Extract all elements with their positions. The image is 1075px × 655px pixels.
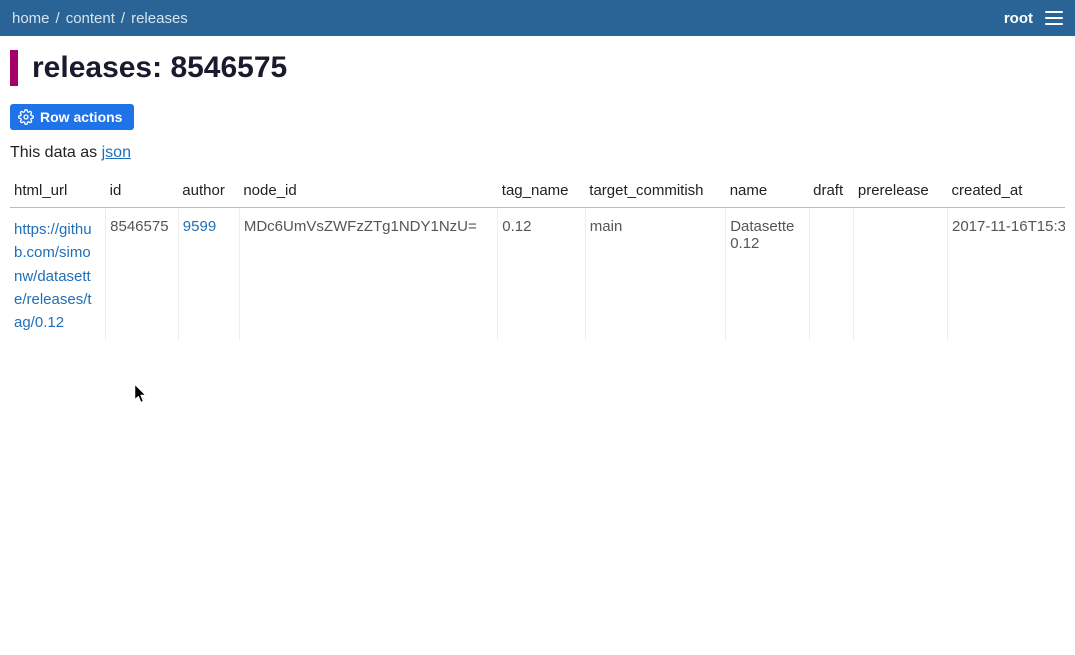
cell-author-link[interactable]: 9599: [183, 218, 216, 235]
data-as-prefix: This data as: [10, 144, 102, 161]
table-row: https://github.com/simonw/datasette/rele…: [10, 208, 1065, 341]
page-content: releases: 8546575 Row actions This data …: [0, 36, 1075, 354]
menu-icon[interactable]: [1045, 11, 1063, 25]
breadcrumb-releases[interactable]: releases: [131, 10, 188, 27]
col-header-html-url[interactable]: html_url: [10, 176, 106, 208]
col-header-prerelease[interactable]: prerelease: [854, 176, 948, 208]
row-actions-label: Row actions: [40, 109, 122, 125]
row-actions-button[interactable]: Row actions: [10, 104, 134, 130]
cell-id: 8546575: [106, 208, 179, 341]
cell-name: Datasette 0.12: [726, 208, 809, 341]
page-title: releases: 8546575: [10, 50, 1065, 86]
data-table: html_url id author node_id tag_name targ…: [10, 176, 1065, 340]
col-header-node-id[interactable]: node_id: [239, 176, 497, 208]
col-header-target-commitish[interactable]: target_commitish: [585, 176, 725, 208]
table-header-row: html_url id author node_id tag_name targ…: [10, 176, 1065, 208]
data-as-line: This data as json: [10, 144, 1065, 162]
col-header-name[interactable]: name: [726, 176, 809, 208]
gear-icon: [18, 109, 34, 125]
cell-draft: [809, 208, 854, 341]
breadcrumb: home / content / releases: [12, 10, 188, 27]
cell-prerelease: [854, 208, 948, 341]
topbar-right: root: [1004, 10, 1063, 27]
col-header-created-at[interactable]: created_at: [947, 176, 1065, 208]
cell-tag-name: 0.12: [498, 208, 586, 341]
cursor-icon: [135, 385, 147, 403]
cell-node-id: MDc6UmVsZWFzZTg1NDY1NzU=: [239, 208, 497, 341]
breadcrumb-content[interactable]: content: [66, 10, 115, 27]
cell-target-commitish: main: [585, 208, 725, 341]
json-link[interactable]: json: [102, 144, 131, 161]
col-header-author[interactable]: author: [178, 176, 239, 208]
topbar: home / content / releases root: [0, 0, 1075, 36]
breadcrumb-sep: /: [121, 10, 125, 27]
breadcrumb-home[interactable]: home: [12, 10, 50, 27]
cell-created-at: 2017-11-16T15:37: [947, 208, 1065, 341]
col-header-tag-name[interactable]: tag_name: [498, 176, 586, 208]
col-header-draft[interactable]: draft: [809, 176, 854, 208]
cell-html-url-link[interactable]: https://github.com/simonw/datasette/rele…: [14, 218, 97, 334]
breadcrumb-sep: /: [56, 10, 60, 27]
table-wrap: html_url id author node_id tag_name targ…: [10, 176, 1065, 340]
user-label[interactable]: root: [1004, 10, 1033, 27]
col-header-id[interactable]: id: [106, 176, 179, 208]
